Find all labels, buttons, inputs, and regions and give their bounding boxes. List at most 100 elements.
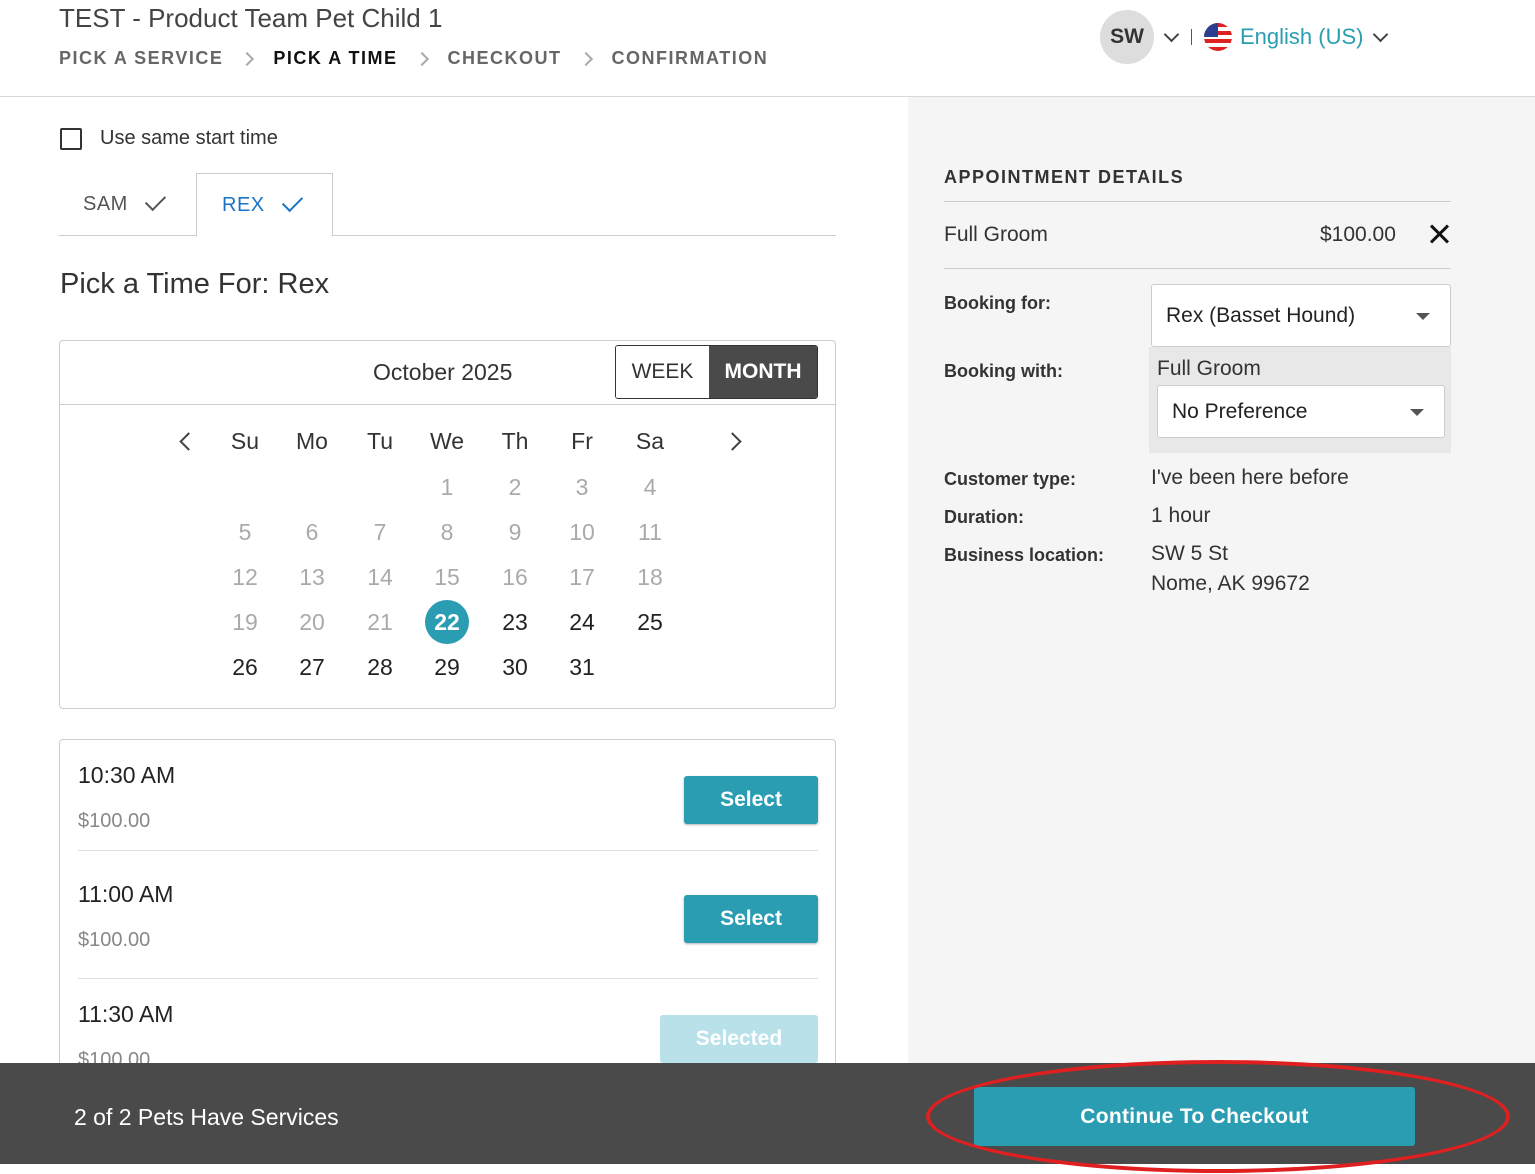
- appointment-details-panel: APPOINTMENT DETAILS Full Groom $100.00 B…: [908, 97, 1535, 1063]
- calendar-day: 1: [440, 473, 454, 500]
- divider: [944, 201, 1451, 202]
- calendar-day: 9: [508, 518, 522, 545]
- user-menu-chevron-down-icon[interactable]: [1163, 26, 1180, 42]
- us-flag-icon: [1204, 23, 1232, 51]
- booking-with-service: Full Groom: [1157, 357, 1261, 380]
- calendar-day[interactable]: 27: [290, 645, 334, 689]
- calendar-day[interactable]: 31: [560, 645, 604, 689]
- calendar-day[interactable]: 30: [493, 645, 537, 689]
- continue-to-checkout-button[interactable]: Continue To Checkout: [974, 1087, 1415, 1146]
- service-name: Full Groom: [944, 223, 1048, 246]
- calendar-day: 2: [508, 473, 522, 500]
- select-slot-button[interactable]: Select: [684, 776, 818, 824]
- selected-slot-button[interactable]: Selected: [660, 1015, 818, 1063]
- calendar-day: 12: [232, 563, 258, 590]
- calendar: October 2025 WEEK MONTH Su Mo Tu We Th Fr Sa 1 2…: [59, 340, 836, 709]
- same-start-time-option[interactable]: Use same start time: [60, 127, 278, 150]
- calendar-day: 16: [502, 563, 528, 590]
- weekday-header: Th: [501, 428, 529, 454]
- bottom-strip: [0, 1164, 1535, 1174]
- calendar-day: 15: [434, 563, 460, 590]
- calendar-day[interactable]: 23: [493, 600, 537, 644]
- calendar-day[interactable]: 28: [358, 645, 402, 689]
- calendar-day: 5: [238, 518, 252, 545]
- weekday-header: Sa: [635, 428, 665, 454]
- divider: [78, 978, 818, 979]
- chevron-right-icon: [578, 51, 593, 66]
- divider: [1191, 29, 1192, 45]
- divider: [944, 268, 1451, 269]
- weekday-header: Fr: [571, 428, 593, 454]
- slot-price: $100.00: [78, 929, 151, 951]
- calendar-day: 18: [637, 563, 663, 590]
- staff-preference-select[interactable]: No Preference: [1157, 385, 1445, 438]
- calendar-day: 10: [569, 518, 595, 545]
- remove-service-close-icon[interactable]: [1428, 223, 1450, 245]
- footer-bar: 2 of 2 Pets Have Services Continue To Ch…: [0, 1063, 1535, 1164]
- tab-rex[interactable]: REX: [196, 173, 333, 237]
- business-location-label: Business location:: [944, 545, 1105, 565]
- tab-label: SAM: [83, 193, 128, 215]
- calendar-day[interactable]: 24: [560, 600, 604, 644]
- calendar-header: October 2025 WEEK MONTH: [60, 341, 835, 405]
- same-start-time-checkbox[interactable]: [60, 127, 82, 150]
- duration-value: 1 hour: [1151, 504, 1211, 527]
- tab-label: REX: [222, 193, 265, 216]
- customer-type-label: Customer type:: [944, 469, 1077, 489]
- month-view-button[interactable]: MONTH: [709, 346, 817, 398]
- time-slot: 11:00 AM $100.00 Select: [78, 881, 818, 951]
- step-pick-a-time: PICK A TIME: [273, 48, 398, 68]
- calendar-day[interactable]: 26: [223, 645, 267, 689]
- calendar-day[interactable]: 29: [425, 645, 469, 689]
- weekday-header: Su: [230, 428, 260, 454]
- business-location-line2: Nome, AK 99672: [1151, 572, 1310, 595]
- select-slot-button[interactable]: Select: [684, 895, 818, 943]
- calendar-day: 17: [569, 563, 595, 590]
- calendar-day: 13: [299, 563, 325, 590]
- view-toggle: WEEK MONTH: [615, 345, 818, 399]
- booking-for-value: Rex (Basset Hound): [1166, 303, 1356, 327]
- tab-sam[interactable]: SAM: [59, 173, 196, 236]
- booking-with-label: Booking with:: [944, 361, 1063, 381]
- page-title: Pick a Time For: Rex: [60, 268, 330, 300]
- calendar-day: 21: [367, 608, 393, 635]
- service-price: $100.00: [1320, 223, 1396, 246]
- step-checkout: CHECKOUT: [447, 48, 562, 68]
- business-title: TEST - Product Team Pet Child 1: [59, 3, 443, 33]
- appointment-details-title: APPOINTMENT DETAILS: [944, 167, 1185, 187]
- slot-price: $100.00: [78, 810, 151, 832]
- previous-month-chevron-icon[interactable]: [179, 432, 198, 451]
- booking-for-select[interactable]: Rex (Basset Hound): [1151, 284, 1451, 347]
- calendar-day: 8: [440, 518, 454, 545]
- step-confirmation: CONFIRMATION: [611, 48, 769, 68]
- dropdown-caret-icon: [1410, 408, 1424, 416]
- time-slot: 11:30 AM $100.00 Selected: [78, 1001, 818, 1071]
- avatar[interactable]: SW: [1100, 10, 1154, 64]
- calendar-day: 20: [299, 608, 325, 635]
- time-slot-list: 10:30 AM $100.00 Select 11:00 AM $100.00…: [59, 739, 836, 1099]
- calendar-day: 4: [643, 473, 657, 500]
- language-chevron-down-icon[interactable]: [1373, 26, 1389, 42]
- language-selector[interactable]: English (US): [1240, 24, 1363, 50]
- divider: [78, 850, 818, 851]
- next-month-chevron-icon[interactable]: [723, 432, 742, 451]
- calendar-day[interactable]: 25: [628, 600, 672, 644]
- customer-type-value: I've been here before: [1151, 466, 1349, 489]
- check-icon: [281, 190, 303, 212]
- user-area: SW English (US): [1100, 10, 1396, 64]
- app-header: TEST - Product Team Pet Child 1 PICK A S…: [0, 0, 1535, 97]
- staff-preference-value: No Preference: [1172, 399, 1308, 423]
- pets-status: 2 of 2 Pets Have Services: [74, 1104, 339, 1130]
- weekday-header: Mo: [296, 428, 328, 454]
- calendar-day: 6: [305, 518, 319, 545]
- week-view-button[interactable]: WEEK: [616, 346, 709, 398]
- weekday-header: Tu: [367, 428, 393, 454]
- business-location-line1: SW 5 St: [1151, 542, 1229, 565]
- chevron-right-icon: [240, 51, 255, 66]
- same-start-time-label: Use same start time: [100, 127, 278, 149]
- calendar-day: 7: [373, 518, 387, 545]
- pet-tabs: SAM REX: [59, 173, 836, 237]
- calendar-day-selected[interactable]: 22: [425, 600, 469, 644]
- step-pick-a-service[interactable]: PICK A SERVICE: [59, 48, 223, 69]
- check-icon: [144, 189, 166, 212]
